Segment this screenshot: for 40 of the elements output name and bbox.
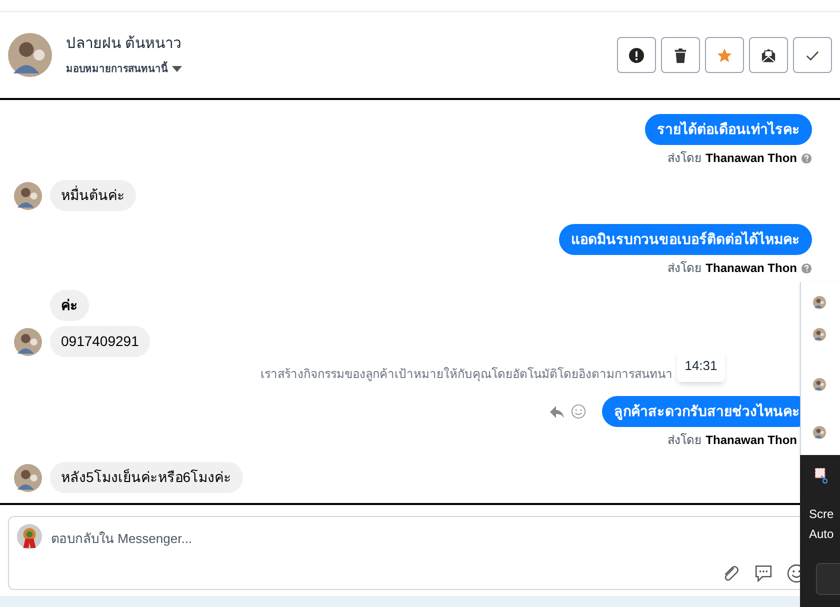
- sent-by-text: ส่งโดย Thanawan Thon: [668, 150, 797, 167]
- sender-avatar: [813, 296, 826, 309]
- notification-text: Auto: [809, 526, 834, 543]
- system-notice: เราสร้างกิจกรรมของลูกค้าเป้าหมายให้กับคุณโดยอัตโนมัติโดยอิงตามการสนทนา: [260, 366, 673, 383]
- message-bubble: ค่ะ: [50, 290, 89, 321]
- sender-avatar: [14, 464, 42, 492]
- assign-dropdown[interactable]: มอบหมายการสนทนานี้: [66, 62, 182, 77]
- message-bubble: รายได้ต่อเดือนเท่าไรคะ: [645, 114, 812, 145]
- contact-name: ปลายฝน ต้นหนาว: [66, 34, 182, 54]
- sent-by-text: ส่งโดย Thanawan Thon: [668, 260, 797, 277]
- scissors-icon: [815, 468, 829, 484]
- notification-text: Scre: [809, 506, 834, 523]
- sender-avatar: [813, 378, 826, 391]
- user-avatar: [17, 524, 42, 549]
- sender-avatar: [14, 182, 42, 210]
- reply-icon[interactable]: [549, 404, 565, 418]
- envelope-button[interactable]: [749, 37, 788, 73]
- star-button[interactable]: [705, 37, 744, 73]
- message-bubble: หลัง5โมงเย็นค่ะหรือ6โมงค่ะ: [50, 462, 243, 493]
- trash-icon: [673, 48, 688, 62]
- envelope-icon: [761, 48, 776, 62]
- trash-button[interactable]: [661, 37, 700, 73]
- message-bubble: หมื่นต้นค่ะ: [50, 180, 136, 211]
- message-bubble: แอดมินรบกวนขอเบอร์ติดต่อได้ไหมคะ: [559, 224, 812, 255]
- star-icon: [717, 48, 732, 62]
- check-button[interactable]: [793, 37, 832, 73]
- contact-avatar: [8, 33, 52, 77]
- timestamp-tooltip: 14:31: [676, 350, 726, 382]
- help-icon: [801, 152, 812, 164]
- sender-avatar: [813, 426, 826, 439]
- message-bubble: 0917409291: [50, 326, 150, 357]
- chat-bubble-icon[interactable]: [754, 564, 773, 583]
- caret-icon: [172, 66, 182, 72]
- report-button[interactable]: [617, 37, 656, 73]
- sender-avatar: [813, 328, 826, 341]
- help-icon: [801, 262, 812, 274]
- sent-by-text: ส่งโดย Thanawan Thon: [668, 432, 797, 449]
- report-icon: [629, 48, 644, 62]
- reply-field[interactable]: ตอบกลับใน Messenger...: [51, 529, 651, 548]
- sender-avatar: [14, 328, 42, 356]
